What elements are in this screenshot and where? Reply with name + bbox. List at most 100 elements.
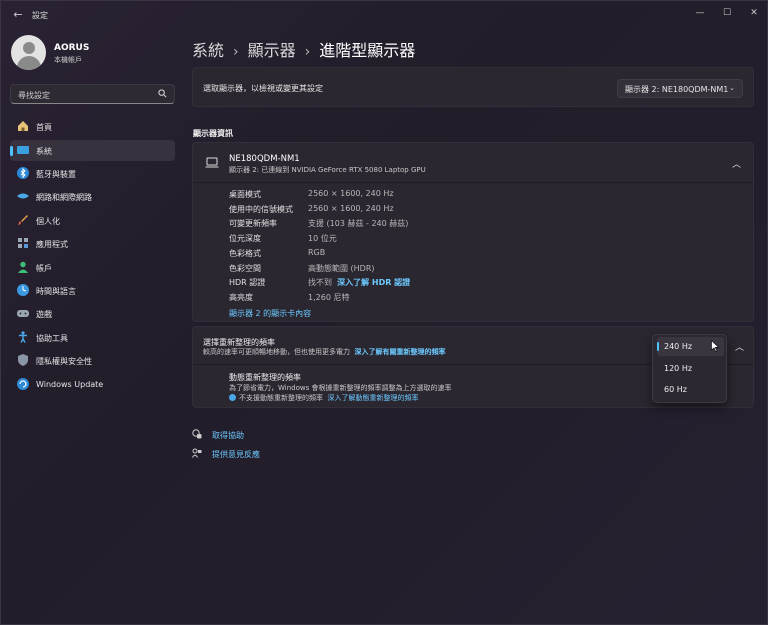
refresh-option-120[interactable]: 120 Hz: [657, 359, 724, 378]
info-label: 高亮度: [229, 293, 253, 302]
search-icon: [158, 89, 167, 98]
sidebar-item-home[interactable]: 首頁: [10, 116, 175, 137]
info-value: 支援 (103 赫茲 - 240 赫茲): [308, 219, 409, 228]
sidebar-item-accounts[interactable]: 帳戶: [10, 257, 175, 278]
shield-icon: [18, 354, 28, 366]
system-icon: [17, 146, 29, 154]
title-bar: ← 設定 — ☐ ✕: [1, 1, 767, 29]
sidebar-item-label: 協助工具: [36, 334, 68, 343]
refresh-option-60[interactable]: 60 Hz: [657, 380, 724, 399]
sidebar-item-label: 應用程式: [36, 240, 68, 249]
sidebar-item-label: 隱私權與安全性: [36, 357, 92, 366]
help-icon: [192, 429, 202, 439]
sidebar-item-network[interactable]: 網路和網際網路: [10, 186, 175, 207]
refresh-rate-desc: 較高的速率可更順暢地移動，但也使用更多電力 深入了解有關重新整理的頻率: [203, 347, 445, 357]
display-dropdown-value: 顯示器 2: NE180QDM-NM1: [625, 85, 729, 94]
dynamic-refresh-desc: 為了節省電力，Windows 會根據重新整理的頻率調整為上方選取的速率: [229, 384, 452, 392]
sidebar-item-label: 網路和網際網路: [36, 193, 92, 202]
display-select-label: 選取顯示器，以檢視或變更其設定: [203, 84, 323, 93]
minimize-button[interactable]: —: [690, 5, 710, 21]
feedback-label: 提供意見反應: [212, 450, 260, 459]
dynamic-refresh-warning-text: 不支援動態重新整理的頻率: [239, 394, 323, 402]
adapter-properties-link[interactable]: 顯示器 2 的顯示卡內容: [229, 308, 311, 319]
refresh-rate-learn-more-link[interactable]: 深入了解有關重新整理的頻率: [354, 348, 445, 356]
get-help-label: 取得協助: [212, 431, 244, 440]
info-label: HDR 認證: [229, 278, 266, 287]
sidebar-item-apps[interactable]: 應用程式: [10, 233, 175, 254]
info-label: 使用中的信號模式: [229, 205, 293, 214]
sidebar-item-gaming[interactable]: 遊戲: [10, 303, 175, 324]
apps-icon: [18, 238, 28, 248]
info-row: 可變更新頻率 支援 (103 赫茲 - 240 赫茲): [229, 218, 408, 229]
mouse-cursor-icon: [711, 340, 719, 352]
breadcrumb-display[interactable]: 顯示器: [248, 41, 296, 60]
breadcrumb-separator: ›: [233, 44, 239, 60]
profile-name: AORUS: [54, 43, 90, 53]
selected-indicator: [657, 342, 659, 351]
sidebar-item-label: 首頁: [36, 123, 52, 132]
sidebar-item-label: 帳戶: [36, 264, 52, 273]
app-title: 設定: [32, 11, 48, 20]
display-dropdown[interactable]: 顯示器 2: NE180QDM-NM1 ⌄: [617, 79, 743, 98]
info-value: RGB: [308, 248, 326, 257]
info-row: 使用中的信號模式 2560 × 1600, 240 Hz: [229, 204, 394, 215]
info-value-text: 找不到: [308, 278, 332, 287]
sidebar-item-label: 遊戲: [36, 310, 52, 319]
info-label: 可變更新頻率: [229, 219, 277, 228]
info-row: 位元深度 10 位元: [229, 233, 337, 244]
sidebar-item-time-language[interactable]: 時間與語言: [10, 280, 175, 301]
search-input[interactable]: 尋找設定: [10, 84, 175, 104]
feedback-icon: [192, 448, 202, 458]
laptop-icon: [205, 157, 219, 168]
dynamic-refresh-title: 動態重新整理的頻率: [229, 373, 301, 382]
active-indicator: [10, 146, 13, 156]
windows-update-icon: [17, 378, 29, 390]
search-placeholder: 尋找設定: [18, 91, 50, 100]
sidebar-item-bluetooth[interactable]: 藍牙與裝置: [10, 163, 175, 184]
profile-account-type: 本機帳戶: [54, 56, 82, 64]
page-title: 進階型顯示器: [319, 41, 416, 60]
sidebar-item-windows-update[interactable]: Windows Update: [10, 374, 175, 395]
sidebar-item-label: 個人化: [36, 217, 60, 226]
chevron-up-icon[interactable]: ︿: [732, 157, 741, 170]
breadcrumb-system[interactable]: 系統: [192, 41, 224, 60]
sidebar-item-label: Windows Update: [36, 380, 104, 389]
info-value: 2560 × 1600, 240 Hz: [308, 189, 394, 198]
breadcrumb-separator: ›: [304, 44, 311, 60]
accessibility-icon: [19, 331, 27, 343]
info-label: 桌面模式: [229, 190, 261, 199]
home-icon: [18, 121, 28, 131]
dynamic-refresh-warning: 不支援動態重新整理的頻率 深入了解動態重新整理的頻率: [229, 393, 418, 403]
maximize-button[interactable]: ☐: [717, 5, 737, 21]
time-language-icon: [17, 284, 29, 296]
gaming-icon: [17, 310, 29, 317]
sidebar-item-system[interactable]: 系統: [10, 140, 175, 161]
monitor-name: NE180QDM-NM1: [229, 154, 300, 164]
info-value: 高動態範圍 (HDR): [308, 264, 375, 273]
sidebar-item-privacy[interactable]: 隱私權與安全性: [10, 350, 175, 371]
display-info-header[interactable]: NE180QDM-NM1 顯示器 2: 已連線到 NVIDIA GeForce …: [193, 143, 753, 183]
bluetooth-icon: [17, 167, 29, 179]
account-icon: [18, 261, 28, 273]
monitor-connection: 顯示器 2: 已連線到 NVIDIA GeForce RTX 5080 Lapt…: [229, 166, 426, 174]
hdr-cert-link[interactable]: 深入了解 HDR 認證: [337, 278, 410, 287]
info-value: 10 位元: [308, 234, 337, 243]
info-label: 色彩空間: [229, 264, 261, 273]
refresh-rate-desc-text: 較高的速率可更順暢地移動，但也使用更多電力: [203, 348, 350, 356]
info-row: 高亮度 1,260 尼特: [229, 292, 349, 303]
display-select-card: 選取顯示器，以檢視或變更其設定 顯示器 2: NE180QDM-NM1 ⌄: [192, 67, 754, 107]
close-button[interactable]: ✕: [744, 5, 764, 21]
avatar[interactable]: [11, 35, 46, 70]
info-value: 找不到 深入了解 HDR 認證: [308, 277, 410, 288]
refresh-option-label: 240 Hz: [664, 342, 693, 351]
sidebar-item-label: 時間與語言: [36, 287, 76, 296]
breadcrumb: 系統 › 顯示器 › 進階型顯示器: [192, 37, 415, 61]
info-icon: [229, 394, 236, 401]
sidebar-item-accessibility[interactable]: 協助工具: [10, 327, 175, 348]
chevron-up-icon[interactable]: ︿: [735, 340, 744, 353]
dynamic-refresh-learn-more-link[interactable]: 深入了解動態重新整理的頻率: [327, 394, 418, 402]
sidebar-item-personalization[interactable]: 個人化: [10, 210, 175, 231]
back-button[interactable]: ←: [11, 8, 25, 21]
network-icon: [17, 193, 29, 199]
sidebar-item-label: 藍牙與裝置: [36, 170, 76, 179]
